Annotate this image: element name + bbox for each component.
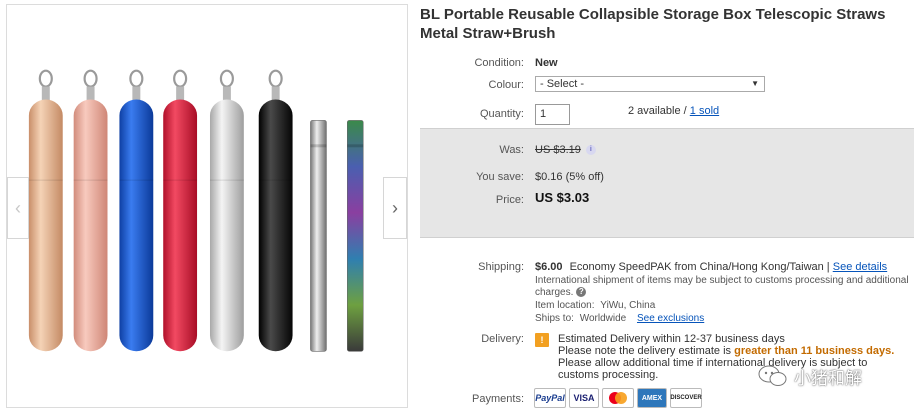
was-label: Was: [499,144,524,156]
previous-image-button[interactable]: ‹ [7,177,29,239]
tube-rainbow-straw [347,120,364,352]
delivery-note: Please note the delivery estimate is gre… [558,345,894,357]
item-location-label: Item location: [535,300,595,311]
colour-selected-value: - Select - [540,78,585,90]
delivery-estimate: Estimated Delivery within 12-37 business… [558,333,785,345]
see-details-link[interactable]: See details [833,261,887,273]
price-value: US $3.03 [535,190,590,205]
shipping-service: Economy SpeedPAK from China/Hong Kong/Ta… [569,261,830,273]
help-icon[interactable]: ? [576,287,587,298]
chat-bubbles-icon [758,365,787,386]
ships-to: Ships to: Worldwide See exclusions [535,313,704,325]
tube-red [163,69,198,352]
paypal-logo: PayPal [534,388,566,408]
discover-logo: DISCOVER [670,388,702,408]
amex-logo: AMEX [637,388,667,408]
info-icon[interactable]: i [585,145,596,156]
tube-rose-gold [73,69,108,352]
sold-link[interactable]: 1 sold [690,105,719,117]
chevron-left-icon: ‹ [15,197,21,218]
chevron-right-icon: › [392,197,398,218]
listing-page: ‹ › BL Portable Reusable Collapsible Sto… [0,0,918,414]
shipping-label: Shipping: [478,261,524,273]
you-save-value: $0.16 (5% off) [535,171,604,183]
shipping-line: $6.00 Economy SpeedPAK from China/Hong K… [535,261,887,273]
colour-select[interactable]: - Select - ▼ [535,76,765,92]
item-location: Item location: YiWu, China [535,300,655,312]
quantity-input[interactable]: 1 [535,104,570,125]
colour-label: Colour: [488,79,524,91]
mastercard-logo [602,388,634,408]
condition-label: Condition: [474,57,524,69]
item-location-value: YiWu, China [600,300,656,311]
ships-to-label: Ships to: [535,313,574,324]
available-text: 2 available / [628,105,687,117]
watermark-text: 小猪和解 [794,368,862,388]
was-price-value: US $3.19 [535,144,581,156]
product-image[interactable] [7,5,407,407]
next-image-button[interactable]: › [383,177,407,239]
you-save-label: You save: [476,171,524,183]
visa-logo: VISA [569,388,599,408]
see-exclusions-link[interactable]: See exclusions [637,313,704,324]
product-title: BL Portable Reusable Collapsible Storage… [420,6,886,42]
quantity-label: Quantity: [479,108,524,120]
tube-blue [119,69,154,352]
delivery-note-highlight: greater than 11 business days. [734,345,895,357]
shipping-note-line2-text: charges. [535,287,574,298]
tube-gold [28,69,63,352]
tube-steel-straw [310,120,327,352]
tube-silver [209,69,244,352]
delivery-note-line4: customs processing. [558,369,659,381]
shipping-note-line2: charges.? [535,287,587,299]
shipping-cost: $6.00 [535,261,563,273]
tube-black [258,69,293,352]
delivery-note-prefix: Please note the delivery estimate is [558,345,732,357]
was-price: US $3.19 i [535,144,596,156]
quantity-availability: 2 available / 1 sold [628,105,719,117]
delivery-label: Delivery: [481,333,524,345]
condition-value: New [535,57,558,69]
delivery-flag-icon: ! [535,333,549,347]
payments-label: Payments: [472,393,524,405]
watermark: 小猪和解 [758,362,890,390]
ships-to-value: Worldwide [579,313,627,324]
dropdown-arrow-icon: ▼ [751,79,759,88]
shipping-note-line1: International shipment of items may be s… [535,275,909,286]
price-label: Price: [495,194,524,206]
image-gallery[interactable]: ‹ › [6,4,408,408]
